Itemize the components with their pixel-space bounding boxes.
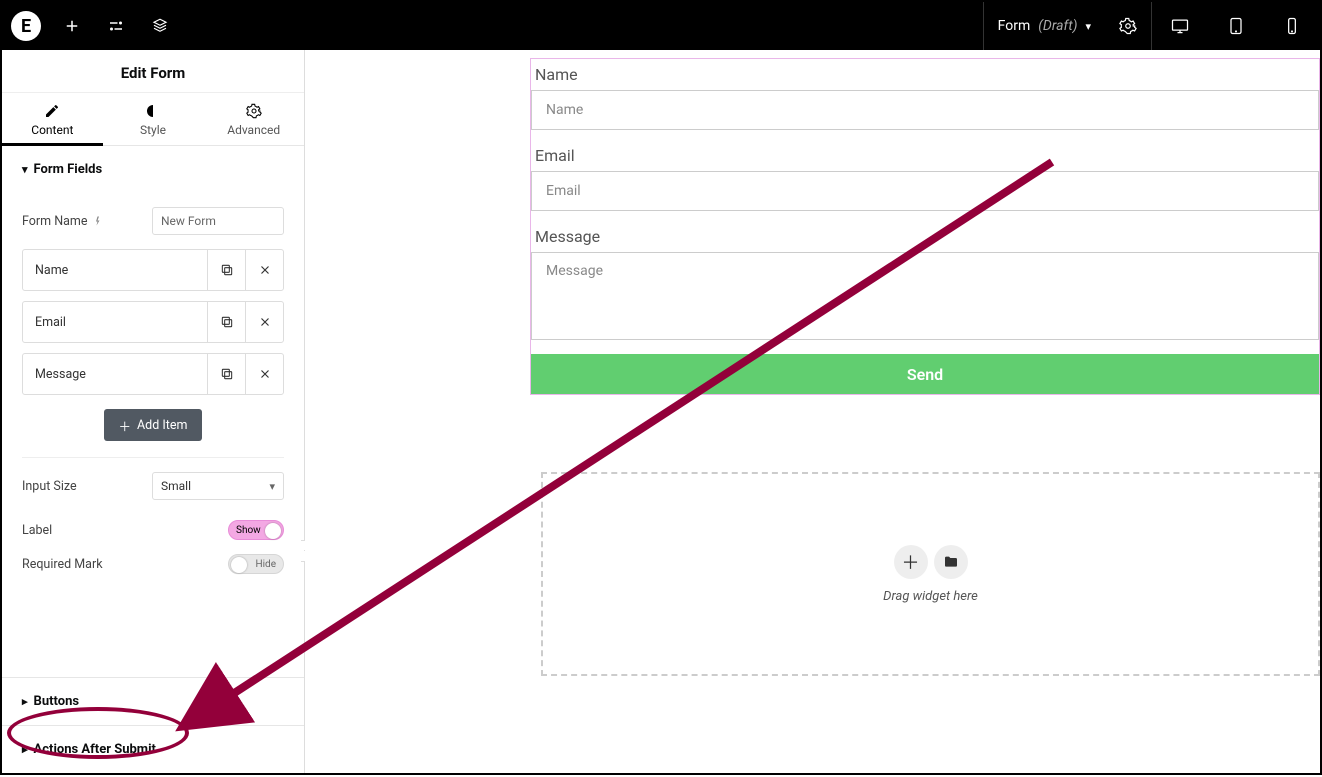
plus-icon: ＋	[902, 549, 920, 575]
field-item[interactable]: Email	[22, 301, 284, 343]
field-duplicate-button[interactable]	[207, 250, 245, 290]
dynamic-icon[interactable]	[94, 215, 106, 227]
field-item-name: Message	[23, 367, 207, 382]
field-remove-button[interactable]	[245, 302, 283, 342]
elementor-logo[interactable]: E	[2, 2, 50, 50]
add-element-button[interactable]	[50, 2, 94, 50]
close-icon	[258, 263, 272, 277]
section-actions-after-submit[interactable]: ▸ Actions After Submit	[2, 725, 304, 773]
device-desktop-button[interactable]	[1152, 2, 1208, 50]
input-size-select[interactable]: Small ▾	[152, 472, 284, 500]
field-duplicate-button[interactable]	[207, 354, 245, 394]
close-icon	[258, 367, 272, 381]
caret-right-icon: ▸	[22, 743, 28, 756]
gear-icon	[246, 103, 262, 119]
half-circle-icon	[145, 103, 161, 119]
chevron-down-icon: ▾	[1085, 20, 1091, 33]
preview-email-label: Email	[531, 144, 1319, 167]
form-name-label: Form Name	[22, 214, 88, 229]
copy-icon	[220, 315, 234, 329]
label-toggle-label: Label	[22, 523, 52, 538]
close-icon	[258, 315, 272, 329]
pencil-icon	[44, 103, 60, 119]
preview-message-label: Message	[531, 225, 1319, 248]
chevron-down-icon: ▾	[269, 480, 275, 493]
site-settings-button[interactable]	[94, 2, 138, 50]
device-mobile-button[interactable]	[1264, 2, 1320, 50]
required-mark-label: Required Mark	[22, 557, 103, 572]
top-bar: E Form (Draft) ▾	[2, 2, 1320, 50]
preview-send-button[interactable]: Send	[531, 354, 1319, 394]
document-name: Form	[998, 18, 1031, 34]
section-buttons[interactable]: ▸ Buttons	[2, 677, 304, 725]
field-duplicate-button[interactable]	[207, 302, 245, 342]
dropzone-text: Drag widget here	[883, 589, 978, 604]
structure-button[interactable]	[138, 2, 182, 50]
preview-canvas: Name Name Email Email Message Message Se…	[305, 50, 1320, 773]
field-item-name: Email	[23, 315, 207, 330]
field-remove-button[interactable]	[245, 354, 283, 394]
tab-content[interactable]: Content	[2, 93, 103, 145]
panel-title: Edit Form	[2, 50, 304, 92]
document-title-dropdown[interactable]: Form (Draft) ▾	[983, 2, 1105, 50]
widget-dropzone[interactable]: ＋ Drag widget here	[541, 472, 1320, 676]
preview-message-input[interactable]: Message	[531, 252, 1319, 340]
field-item-name: Name	[23, 263, 207, 278]
preview-email-input[interactable]: Email	[531, 171, 1319, 211]
form-name-input[interactable]	[152, 207, 284, 235]
tab-advanced[interactable]: Advanced	[203, 93, 304, 145]
copy-icon	[220, 263, 234, 277]
page-settings-button[interactable]	[1105, 2, 1152, 50]
required-mark-toggle[interactable]: Hide	[228, 554, 284, 574]
input-size-label: Input Size	[22, 479, 77, 494]
label-toggle[interactable]: Show	[228, 520, 284, 540]
caret-down-icon: ▾	[22, 163, 28, 176]
field-remove-button[interactable]	[245, 250, 283, 290]
folder-icon	[943, 554, 959, 570]
section-form-fields[interactable]: ▾ Form Fields	[2, 146, 304, 193]
editor-sidebar: Edit Form Content Style Advanced ▾ Form …	[2, 50, 305, 773]
dropzone-add-button[interactable]: ＋	[894, 545, 928, 579]
preview-name-label: Name	[531, 63, 1319, 86]
device-tablet-button[interactable]	[1208, 2, 1264, 50]
field-item[interactable]: Name	[22, 249, 284, 291]
document-status: (Draft)	[1038, 18, 1077, 34]
preview-name-input[interactable]: Name	[531, 90, 1319, 130]
copy-icon	[220, 367, 234, 381]
caret-right-icon: ▸	[22, 695, 28, 708]
tab-style[interactable]: Style	[103, 93, 204, 145]
plus-icon: ＋	[119, 416, 132, 435]
field-item[interactable]: Message	[22, 353, 284, 395]
dropzone-folder-button[interactable]	[934, 545, 968, 579]
add-item-button[interactable]: ＋ Add Item	[104, 409, 202, 441]
form-widget[interactable]: Name Name Email Email Message Message Se…	[530, 58, 1320, 395]
